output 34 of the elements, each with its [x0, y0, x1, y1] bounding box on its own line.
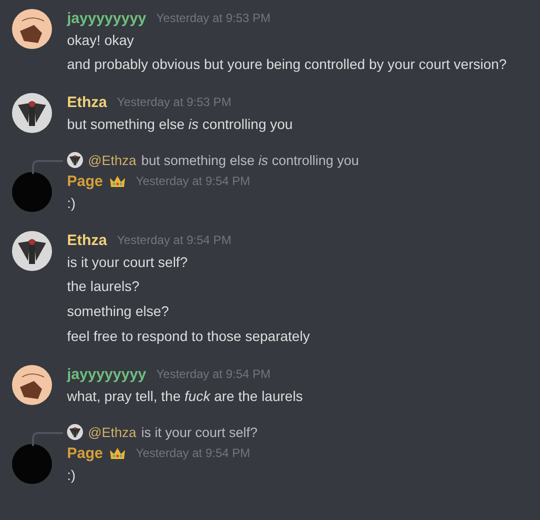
username[interactable]: Page	[67, 444, 103, 462]
username[interactable]: jayyyyyyyy	[67, 10, 146, 26]
avatar-icon[interactable]	[67, 424, 83, 440]
crown-icon	[108, 446, 126, 460]
message-text: and probably obvious but youre being controlled by your court version?	[67, 55, 507, 74]
avatar-icon[interactable]	[12, 93, 52, 133]
user-mention[interactable]: @Ethza	[88, 424, 136, 440]
timestamp: Yesterday at 9:53 PM	[156, 11, 271, 25]
reply-preview[interactable]: is it your court self?	[141, 424, 258, 440]
message-text: :)	[67, 466, 77, 485]
timestamp: Yesterday at 9:54 PM	[156, 367, 271, 381]
message-text: the laurels?	[67, 277, 140, 296]
timestamp: Yesterday at 9:54 PM	[136, 174, 250, 188]
avatar-icon[interactable]	[12, 365, 52, 405]
message-text: what, pray tell, the fuck are the laurels	[67, 387, 303, 406]
crown-icon	[108, 174, 126, 188]
avatar-icon[interactable]	[12, 231, 52, 271]
message-text: something else?	[67, 302, 170, 321]
user-mention[interactable]: @Ethza	[88, 152, 136, 168]
timestamp: Yesterday at 9:53 PM	[117, 95, 232, 109]
message-text: but something else is controlling you	[67, 115, 293, 134]
avatar-icon[interactable]	[67, 152, 83, 168]
timestamp: Yesterday at 9:54 PM	[136, 446, 250, 460]
username[interactable]: jayyyyyyyy	[67, 366, 146, 382]
message-text: okay! okay	[67, 31, 135, 50]
timestamp: Yesterday at 9:54 PM	[117, 233, 232, 247]
avatar-icon[interactable]	[12, 9, 52, 49]
username[interactable]: Ethza	[67, 232, 108, 248]
reply-preview[interactable]: but something else is controlling you	[141, 152, 359, 168]
message-text: feel free to respond to those separately	[67, 327, 310, 346]
message-text: :)	[67, 194, 77, 213]
message-text: is it your court self?	[67, 253, 189, 272]
username[interactable]: Ethza	[67, 94, 108, 110]
username[interactable]: Page	[67, 172, 103, 190]
